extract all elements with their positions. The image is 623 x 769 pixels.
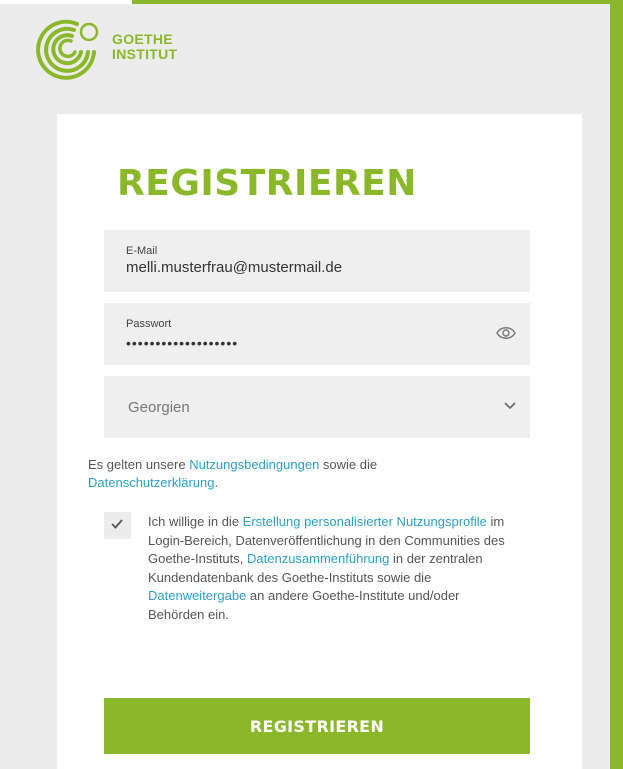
chevron-down-icon — [504, 402, 516, 410]
terms-of-use-link[interactable]: Nutzungsbedingungen — [189, 457, 319, 472]
terms-prefix: Es gelten unsere — [88, 457, 190, 472]
goethe-institut-logo[interactable]: GOETHE INSTITUT — [30, 10, 250, 80]
page-title: REGISTRIEREN — [117, 163, 417, 204]
privacy-policy-link[interactable]: Datenschutzerklärung — [88, 475, 214, 490]
consent-text: Ich willige in die Erstellung personalis… — [148, 513, 518, 624]
data-merge-link[interactable]: Datenzusammenführung — [247, 551, 389, 566]
country-select[interactable]: Georgien — [104, 376, 530, 438]
registration-card — [57, 114, 582, 769]
logo-line-2: INSTITUT — [112, 46, 178, 62]
password-value: ••••••••••••••••••• — [126, 335, 239, 351]
email-value: melli.musterfrau@mustermail.de — [126, 259, 343, 276]
password-label: Passwort — [126, 318, 172, 330]
data-transfer-link[interactable]: Datenweitergabe — [148, 588, 246, 603]
terms-suffix: . — [214, 475, 219, 490]
right-accent-bar — [610, 0, 623, 769]
eye-icon[interactable] — [496, 325, 516, 341]
country-value: Georgien — [128, 399, 190, 416]
consent-checkbox[interactable] — [104, 512, 131, 539]
register-button[interactable]: REGISTRIEREN — [104, 698, 530, 754]
email-field[interactable]: E-Mail melli.musterfrau@mustermail.de — [104, 230, 530, 292]
profile-link[interactable]: Erstellung personalisierter Nutzungsprof… — [243, 514, 487, 529]
terms-middle: sowie die — [319, 457, 378, 472]
checkmark-icon — [111, 519, 123, 529]
consent-text-1: Ich willige in die — [148, 514, 243, 529]
logo-line-1: GOETHE — [112, 31, 173, 47]
logo-mark-icon — [36, 19, 99, 80]
logo-wordmark: GOETHE INSTITUT — [112, 32, 177, 62]
terms-notice: Es gelten unsere Nutzungsbedingungen sow… — [88, 456, 508, 492]
password-field[interactable]: Passwort ••••••••••••••••••• — [104, 303, 530, 365]
email-label: E-Mail — [126, 245, 158, 257]
